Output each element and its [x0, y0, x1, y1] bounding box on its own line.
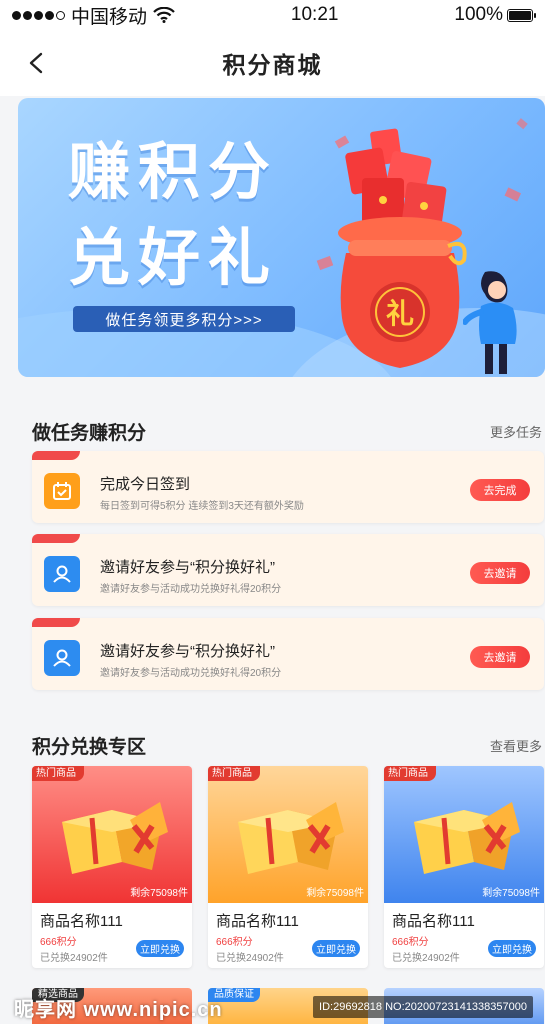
- status-right: 100%: [454, 4, 536, 26]
- watermark-id: ID:29692818 NO:20200723141338357000: [313, 996, 533, 1018]
- task-description: 邀请好友参与活动成功兑换好礼得20积分: [100, 584, 282, 595]
- wifi-icon: [153, 7, 175, 23]
- task-card-invite: 邀请好友参与“积分换好礼” 邀请好友参与活动成功兑换好礼得20积分 去邀请: [32, 534, 544, 606]
- product-points: 666积分: [216, 937, 253, 948]
- task-description: 每日签到可得5积分 连续签到3天还有额外奖励: [100, 501, 304, 512]
- task-title: 邀请好友参与“积分换好礼”: [100, 643, 275, 660]
- task-description: 邀请好友参与活动成功兑换好礼得20积分: [100, 668, 282, 679]
- back-arrow-icon[interactable]: [26, 52, 48, 74]
- gift-box-icon: [62, 802, 168, 874]
- task-tag: [32, 618, 80, 627]
- carrier-label: 中国移动: [71, 6, 148, 28]
- user-icon: [44, 556, 80, 592]
- product-card[interactable]: 热门商品 剩余75098件 商品名称111 666积分 已兑换24902件 立即…: [32, 766, 192, 968]
- invite-button[interactable]: 去邀请: [470, 646, 530, 668]
- product-image: 热门商品 剩余75098件: [32, 766, 192, 903]
- remaining-stock: 剩余75098件: [482, 888, 540, 899]
- banner-cta[interactable]: 做任务领更多积分>>>: [73, 306, 295, 332]
- banner-headline-1: 赚积分: [68, 138, 279, 207]
- hot-product-tag: 热门商品: [208, 766, 260, 781]
- product-name: 商品名称111: [392, 913, 475, 930]
- page-title: 积分商城: [222, 52, 323, 78]
- hot-product-tag: 热门商品: [384, 766, 436, 781]
- task-title: 完成今日签到: [100, 476, 191, 493]
- task-tag: [32, 451, 80, 460]
- gift-box-icon: [414, 802, 520, 874]
- bag-character: 礼: [386, 297, 414, 330]
- exchange-section-header: 积分兑换专区 查看更多: [32, 732, 545, 759]
- banner-headline-2: 兑好礼: [68, 224, 279, 293]
- battery-percent: 100%: [454, 4, 503, 25]
- product-points: 666积分: [40, 937, 77, 948]
- calendar-check-icon: [44, 473, 80, 509]
- product-sold-count: 已兑换24902件: [40, 953, 108, 964]
- watermark-logo: 昵享网 www.nipic.cn: [14, 999, 223, 1021]
- product-sold-count: 已兑换24902件: [216, 953, 284, 964]
- product-image: 热门商品 剩余75098件: [208, 766, 368, 903]
- promo-banner[interactable]: 礼 赚积分 兑好礼 做任务领更多积分>>>: [18, 98, 545, 377]
- exchange-section-title: 积分兑换专区: [32, 737, 147, 758]
- task-card-invite-2: 邀请好友参与“积分换好礼” 邀请好友参与活动成功兑换好礼得20积分 去邀请: [32, 618, 544, 690]
- remaining-stock: 剩余75098件: [306, 888, 364, 899]
- task-title: 邀请好友参与“积分换好礼”: [100, 559, 275, 576]
- nav-bar: 积分商城: [0, 30, 545, 96]
- clock: 10:21: [290, 4, 339, 25]
- product-image: 热门商品 剩余75098件: [384, 766, 544, 903]
- task-tag: [32, 534, 80, 543]
- product-sold-count: 已兑换24902件: [392, 953, 460, 964]
- product-card[interactable]: 热门商品 剩余75098件 商品名称111 666积分 已兑换24902件 立即…: [384, 766, 544, 968]
- redeem-button[interactable]: 立即兑换: [488, 940, 536, 957]
- redeem-button[interactable]: 立即兑换: [136, 940, 184, 957]
- more-tasks-link[interactable]: 更多任务: [490, 422, 542, 441]
- status-bar: 中国移动 10:21 100%: [0, 0, 545, 30]
- product-name: 商品名称111: [40, 913, 123, 930]
- user-icon: [44, 640, 80, 676]
- battery-icon: [506, 8, 536, 22]
- tasks-section-title: 做任务赚积分: [32, 423, 147, 444]
- girl-illustration: [463, 271, 517, 374]
- remaining-stock: 剩余75098件: [130, 888, 188, 899]
- status-left: 中国移动: [12, 2, 175, 29]
- product-points: 666积分: [392, 937, 429, 948]
- product-name: 商品名称111: [216, 913, 299, 930]
- product-card[interactable]: 热门商品 剩余75098件 商品名称111 666积分 已兑换24902件 立即…: [208, 766, 368, 968]
- tasks-section-header: 做任务赚积分 更多任务: [32, 418, 545, 445]
- view-more-link[interactable]: 查看更多: [490, 736, 542, 755]
- redeem-button[interactable]: 立即兑换: [312, 940, 360, 957]
- invite-button[interactable]: 去邀请: [470, 562, 530, 584]
- complete-task-button[interactable]: 去完成: [470, 479, 530, 501]
- task-card-checkin: 完成今日签到 每日签到可得5积分 连续签到3天还有额外奖励 去完成: [32, 451, 544, 523]
- gift-box-icon: [238, 802, 344, 874]
- hot-product-tag: 热门商品: [32, 766, 84, 781]
- signal-icon: [12, 10, 65, 20]
